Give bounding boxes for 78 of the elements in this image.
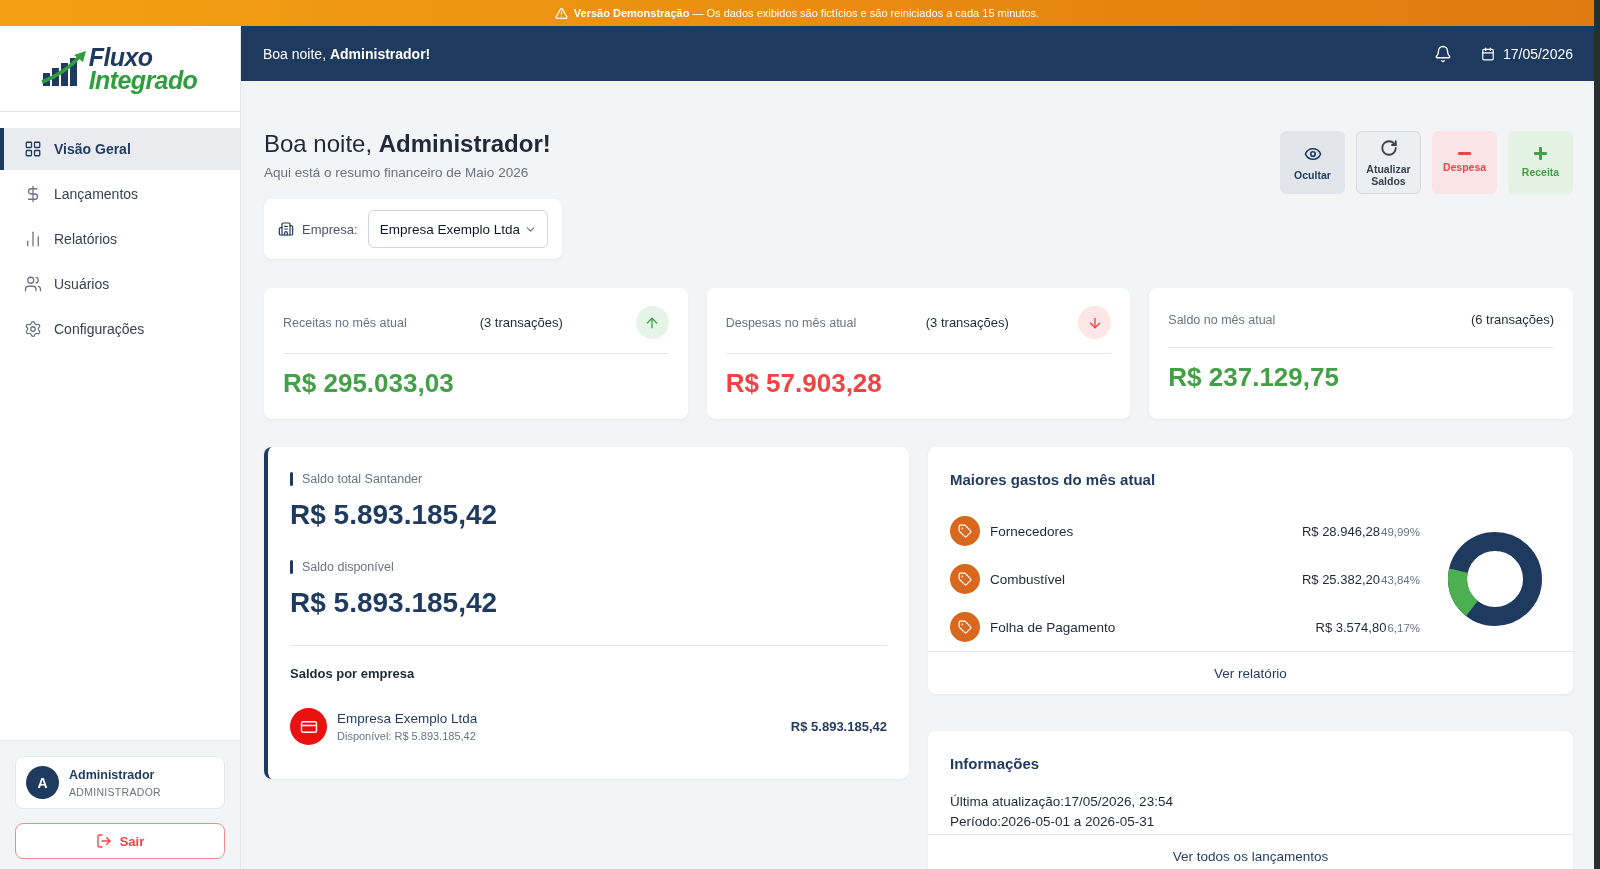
expense-amount: R$ 3.574,80 [1315,619,1387,635]
transaction-count: (3 transações) [925,315,1009,330]
balance-label: Saldo total Santander [302,471,423,487]
company-available: Disponível: R$ 5.893.185,42 [337,730,477,742]
nav-item[interactable]: Configurações [0,308,240,350]
balance-value: R$ 5.893.185,42 [290,498,499,532]
tag-icon [950,564,980,594]
nav-item[interactable]: Usuários [0,263,240,305]
building-icon [278,221,294,237]
user-role: ADMINISTRADOR [69,785,161,798]
summary-label: Despesas no mês atual [725,315,857,330]
logout-icon [95,833,112,849]
balance-value: R$ 5.893.185,42 [290,586,499,620]
expense-amount: R$ 25.382,20 [1301,571,1380,587]
company-name: Empresa Exemplo Ltda [337,711,479,726]
transaction-count: (3 transações) [479,315,563,330]
arrow-up-icon [635,306,669,339]
summary-label: Receitas no mês atual [283,315,407,330]
plus-icon [1534,147,1547,160]
nav-label: Lançamentos [54,186,139,202]
report-link[interactable]: Ver relatório [1214,665,1287,681]
expense-category: Combustível [990,571,1067,587]
minus-icon [1458,152,1471,155]
logo-text: Fluxo [88,45,153,69]
notification-bell-icon[interactable] [1433,44,1452,63]
arrow-down-icon [1078,306,1112,339]
tag-icon [950,612,980,642]
refresh-balances-button[interactable]: Atualizar Saldos [1356,131,1421,194]
users-icon [24,275,42,293]
company-label: Empresa: [302,221,358,237]
summary-value: R$ 57.903,28 [725,367,883,399]
expense-category: Folha de Pagamento [990,619,1117,635]
section-heading: Saldos por empresa [290,666,416,682]
company-select[interactable]: Empresa Exemplo Ltda [367,210,548,248]
current-date: 17/05/2026 [1502,45,1573,62]
summary-value: R$ 295.033,03 [283,367,455,399]
nav-label: Usuários [54,276,110,292]
user-name: Administrador [69,767,156,782]
expense-amount: R$ 28.946,28 [1301,523,1380,539]
demo-banner-text: Versão Demonstração — Os dados exibidos são fictícios e são reiniciados a cada 15 minutos. [573,7,1040,19]
info-text: Última atualização:17/05/2026, 23:54 [950,793,1174,811]
tag-icon [950,516,980,546]
company-amount: R$ 5.893.185,42 [790,719,887,734]
card-title: Informações [950,755,1041,773]
all-entries-link[interactable]: Ver todos os lançamentos [1172,848,1329,864]
user-avatar: A [26,766,59,799]
expense-percent: 49,99% [1381,525,1420,538]
bar-chart-logo-icon [40,50,87,87]
label-bar-icon [290,472,293,486]
nav-label: Configurações [54,321,145,337]
label-bar-icon [290,560,293,574]
credit-card-icon [290,708,327,745]
grid-icon [24,140,42,158]
summary-value: R$ 237.129,75 [1168,361,1340,393]
nav-item[interactable]: Relatórios [0,218,240,260]
nav-item[interactable]: Visão Geral [0,128,240,170]
summary-label: Saldo no mês atual [1168,312,1276,327]
nav-label: Relatórios [54,231,118,247]
info-text: Período:2026-05-01 a 2026-05-31 [950,813,1156,831]
settings-icon [24,320,42,338]
hide-button[interactable]: Ocultar [1280,131,1345,194]
nav-label: Visão Geral [54,141,131,157]
balance-label: Saldo disponível [302,559,394,575]
logo-text: Integrado [88,68,198,92]
page-title: Boa noite, Administrador! [264,129,552,159]
expense-percent: 6,17% [1387,621,1420,634]
nav-item[interactable]: Lançamentos [0,173,240,215]
transaction-count: (6 transações) [1470,312,1554,327]
page-subtitle: Aqui está o resumo financeiro de Maio 2026 [264,165,530,180]
card-title: Maiores gastos do mês atual [950,471,1157,489]
expense-percent: 43,84% [1381,573,1420,586]
bar-chart-icon [24,230,42,248]
calendar-icon [1480,46,1495,61]
refresh-icon [1379,138,1398,157]
expense-category: Fornecedores [990,523,1075,539]
warning-icon [554,6,568,20]
logout-button[interactable]: Sair [15,823,225,859]
header-greeting: Boa noite, Administrador! [263,45,431,62]
